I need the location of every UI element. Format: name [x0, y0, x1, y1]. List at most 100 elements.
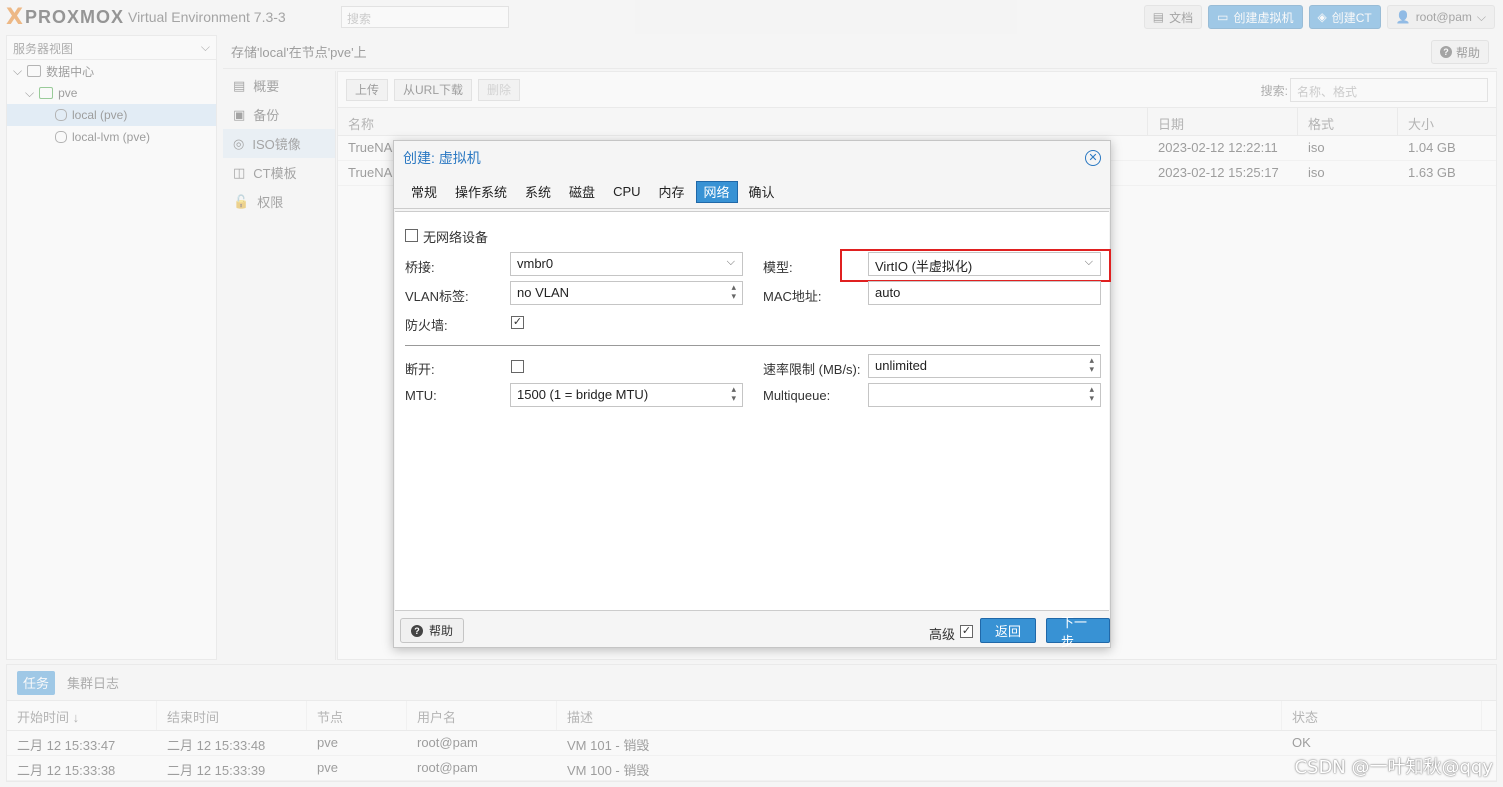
cell-format: iso — [1308, 165, 1325, 180]
task-tabs: 任务 集群日志 — [7, 665, 1496, 701]
table-row[interactable]: 二月 12 15:33:38 二月 12 15:33:39 pve root@p… — [7, 756, 1496, 781]
subnav-summary[interactable]: ▤ 概要 — [223, 71, 335, 100]
tab-memory[interactable]: 内存 — [652, 181, 692, 203]
rate-limit-value: unlimited — [875, 358, 928, 373]
watermark: CSDN @一叶知秋@qqy — [1294, 757, 1493, 778]
column-format[interactable]: 格式 — [1298, 108, 1398, 135]
close-icon[interactable]: ✕ — [1085, 150, 1101, 166]
docs-button[interactable]: ▤ 文档 — [1143, 5, 1203, 29]
user-icon: 👤 — [1395, 10, 1411, 24]
cell-end: 二月 12 15:33:39 — [167, 763, 266, 778]
spinner-arrows-icon[interactable]: ▴ ▾ — [731, 385, 736, 403]
template-icon: ◫ — [233, 164, 246, 180]
cell-end: 二月 12 15:33:48 — [167, 738, 266, 753]
column-name[interactable]: 名称 — [338, 108, 1148, 135]
cell-user: root@pam — [417, 760, 478, 775]
view-selector[interactable]: 服务器视图 ⌵ — [7, 36, 216, 60]
logo-text: PROXMOX — [24, 6, 124, 27]
user-menu-button[interactable]: 👤 root@pam ⌵ — [1386, 5, 1495, 29]
tree-item-datacenter[interactable]: ⌵ 数据中心 — [7, 60, 216, 82]
chevron-down-icon: ⌵ — [1476, 9, 1486, 24]
subnav-iso-images[interactable]: ◎ ISO镜像 — [223, 129, 335, 158]
iso-toolbar: 上传 从URL下载 删除 搜索: 名称、格式 — [338, 72, 1496, 108]
next-button[interactable]: 下一步 — [1046, 615, 1110, 649]
column-end-time[interactable]: 结束时间 — [157, 701, 307, 730]
floppy-icon: ▣ — [233, 106, 246, 122]
vlan-value: no VLAN — [517, 285, 570, 300]
tab-confirm[interactable]: 确认 — [742, 181, 782, 203]
proxmox-logo[interactable]: X PROXMOX Virtual Environment 7.3-3 — [6, 4, 286, 30]
download-url-button[interactable]: 从URL下载 — [394, 78, 473, 101]
column-user[interactable]: 用户名 — [407, 701, 557, 730]
column-node[interactable]: 节点 — [307, 701, 407, 730]
subnav-label: 备份 — [253, 108, 280, 123]
firewall-checkbox[interactable]: ✓ — [511, 316, 524, 329]
advanced-checkbox[interactable]: ✓ — [960, 625, 973, 638]
subnav-ct-templates[interactable]: ◫ CT模板 — [223, 158, 335, 187]
dialog-title: 创建: 虚拟机 — [403, 150, 481, 166]
tree-item-label: 数据中心 — [46, 64, 95, 79]
cell-start: 二月 12 15:33:38 — [17, 763, 116, 778]
iso-grid-header: 名称 日期 格式 大小 — [338, 108, 1496, 136]
create-ct-button[interactable]: ◈ 创建CT — [1308, 5, 1381, 29]
cube-icon: ◈ — [1317, 10, 1327, 24]
create-vm-button[interactable]: ▭ 创建虚拟机 — [1208, 5, 1303, 29]
subnav-label: CT模板 — [253, 166, 297, 181]
network-form: 无网络设备 桥接: vmbr0 ⌵ 模型: VirtIO (半虚拟化) ⌵ VL… — [395, 211, 1111, 611]
subnav-permissions[interactable]: 🔓 权限 — [223, 187, 335, 216]
column-description[interactable]: 描述 — [557, 701, 1282, 730]
dialog-help-button[interactable]: ? 帮助 — [400, 618, 465, 643]
no-network-label: 无网络设备 — [423, 230, 489, 245]
cell-date: 2023-02-12 15:25:17 — [1158, 165, 1279, 180]
no-network-checkbox[interactable] — [405, 229, 418, 242]
column-size[interactable]: 大小 — [1398, 108, 1496, 135]
mtu-value: 1500 (1 = bridge MTU) — [517, 387, 649, 402]
multiqueue-spinner[interactable]: ▴ ▾ — [868, 383, 1101, 407]
delete-button[interactable]: 删除 — [478, 78, 521, 101]
rate-limit-spinner[interactable]: unlimited ▴ ▾ — [868, 354, 1101, 378]
column-start-time[interactable]: 开始时间 ↓ — [7, 701, 157, 730]
tab-general[interactable]: 常规 — [404, 181, 444, 203]
tab-system[interactable]: 系统 — [518, 181, 558, 203]
subnav-label: ISO镜像 — [252, 137, 301, 152]
back-button[interactable]: 返回 — [980, 618, 1037, 643]
subnav-backup[interactable]: ▣ 备份 — [223, 100, 335, 129]
disconnect-label: 断开: — [405, 362, 435, 377]
bridge-value: vmbr0 — [517, 256, 554, 271]
tab-cluster-log[interactable]: 集群日志 — [61, 671, 125, 695]
tree-item-pve[interactable]: ⌵ pve — [7, 82, 216, 104]
logo-x-mark: X — [6, 4, 23, 30]
tree-item-local-lvm[interactable]: local-lvm (pve) — [7, 126, 216, 148]
spinner-arrows-icon[interactable]: ▴ ▾ — [1089, 356, 1094, 374]
form-divider — [405, 345, 1100, 346]
tree-item-local[interactable]: local (pve) — [7, 104, 216, 126]
rate-limit-label: 速率限制 (MB/s): — [763, 362, 861, 377]
create-vm-dialog: 创建: 虚拟机 ✕ 常规 操作系统 系统 磁盘 CPU 内存 网络 确认 无网络… — [393, 140, 1111, 649]
iso-search-input[interactable]: 名称、格式 — [1290, 78, 1488, 102]
mtu-spinner[interactable]: 1500 (1 = bridge MTU) ▴ ▾ — [510, 383, 743, 407]
mac-input[interactable]: auto — [868, 281, 1101, 305]
tab-tasks[interactable]: 任务 — [17, 670, 56, 695]
tab-os[interactable]: 操作系统 — [448, 181, 514, 203]
table-row[interactable]: 二月 12 15:33:47 二月 12 15:33:48 pve root@p… — [7, 731, 1496, 756]
storage-icon — [55, 131, 67, 143]
cell-desc: VM 100 - 销毁 — [567, 763, 650, 778]
vlan-spinner[interactable]: no VLAN ▴ ▾ — [510, 281, 743, 305]
tab-cpu[interactable]: CPU — [606, 181, 647, 203]
spinner-arrows-icon[interactable]: ▴ ▾ — [731, 283, 736, 301]
disconnect-checkbox[interactable] — [511, 360, 524, 373]
global-search-input[interactable]: 搜索 — [341, 6, 509, 28]
user-label: root@pam — [1415, 10, 1472, 24]
upload-button[interactable]: 上传 — [346, 78, 389, 101]
storage-help-button[interactable]: ? 帮助 — [1430, 40, 1489, 64]
subnav-label: 权限 — [257, 195, 284, 210]
tab-disks[interactable]: 磁盘 — [562, 181, 602, 203]
tree-item-label: pve — [58, 86, 78, 100]
spinner-arrows-icon[interactable]: ▴ ▾ — [1089, 385, 1094, 403]
column-status[interactable]: 状态 — [1282, 701, 1482, 730]
tab-network[interactable]: 网络 — [695, 180, 738, 203]
cell-start: 二月 12 15:33:47 — [17, 738, 116, 753]
column-date[interactable]: 日期 — [1148, 108, 1298, 135]
bridge-select[interactable]: vmbr0 ⌵ — [510, 252, 743, 276]
advanced-label: 高级 — [929, 627, 956, 642]
